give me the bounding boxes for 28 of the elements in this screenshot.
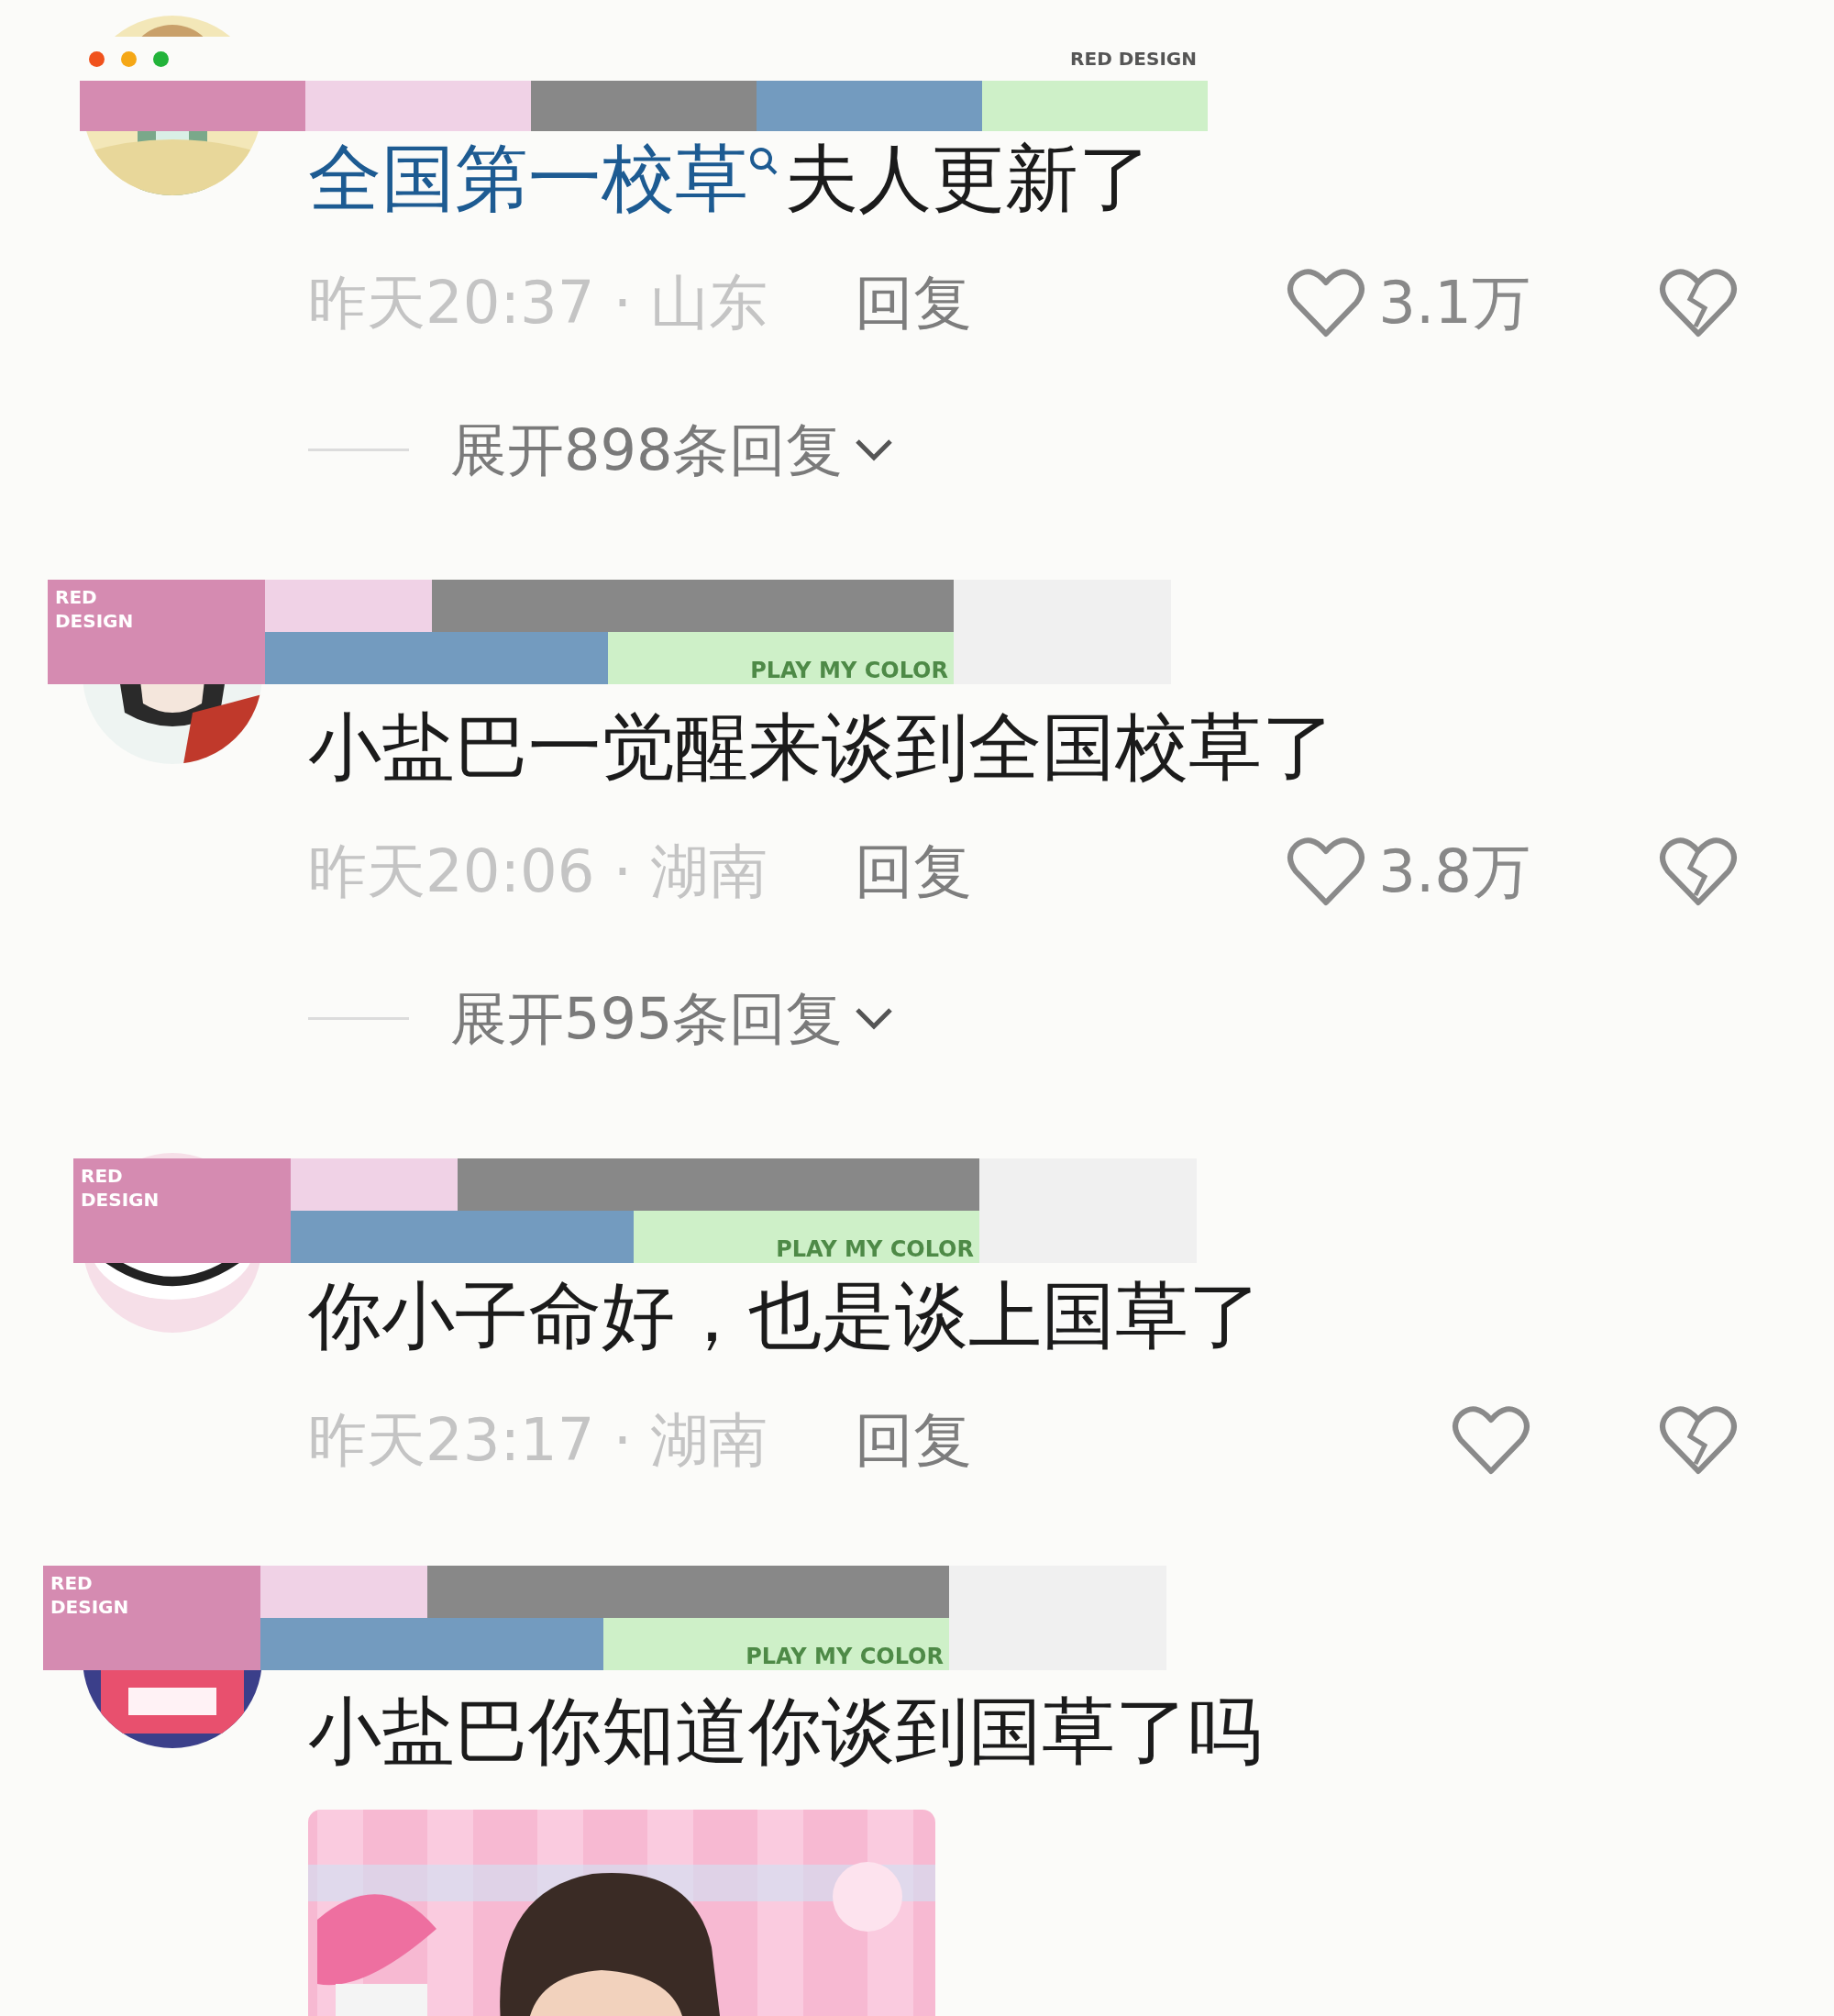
broken-heart-icon[interactable] (1659, 835, 1738, 908)
reply-link[interactable]: 回复 (855, 1396, 973, 1484)
window-dot-icon (153, 50, 169, 67)
reply-link[interactable]: 回复 (855, 827, 973, 915)
sticker-caption: PLAY MY COLOR (776, 1237, 975, 1263)
brand-label: RED DESIGN (1070, 47, 1197, 72)
heart-icon[interactable] (1287, 835, 1366, 908)
sticker-label: RED DESIGN (55, 585, 135, 633)
heart-icon[interactable] (1287, 266, 1366, 339)
heart-icon[interactable] (1452, 1403, 1530, 1477)
broken-heart-icon[interactable] (1659, 266, 1738, 339)
sticker-caption: PLAY MY COLOR (746, 1645, 945, 1670)
reply-link[interactable]: 回复 (855, 259, 973, 347)
broken-heart-icon[interactable] (1659, 1403, 1738, 1477)
sticker-caption: PLAY MY COLOR (750, 659, 949, 684)
sticker-label: RED DESIGN (50, 1571, 130, 1619)
expand-replies-link[interactable]: 展开595条回复 (450, 975, 844, 1061)
comment-text: 小盐巴一觉醒来谈到全国校草了 (308, 703, 1336, 792)
comment-text: 全国第一校草 夫人更新了 (308, 135, 1153, 223)
search-link[interactable]: 全国第一校草 (308, 136, 785, 221)
sticker-label: RED DESIGN (81, 1164, 160, 1212)
like-count: 3.8万 (1378, 836, 1530, 907)
window-dot-icon (121, 50, 137, 67)
like-count: 3.1万 (1378, 268, 1530, 338)
window-dot-icon (89, 50, 105, 67)
comment-text: 你小子命好，也是谈上国草了 (308, 1272, 1263, 1360)
comment-text: 小盐巴你知道你谈到国草了吗 (308, 1688, 1263, 1776)
expand-replies-link[interactable]: 展开898条回复 (450, 406, 844, 493)
